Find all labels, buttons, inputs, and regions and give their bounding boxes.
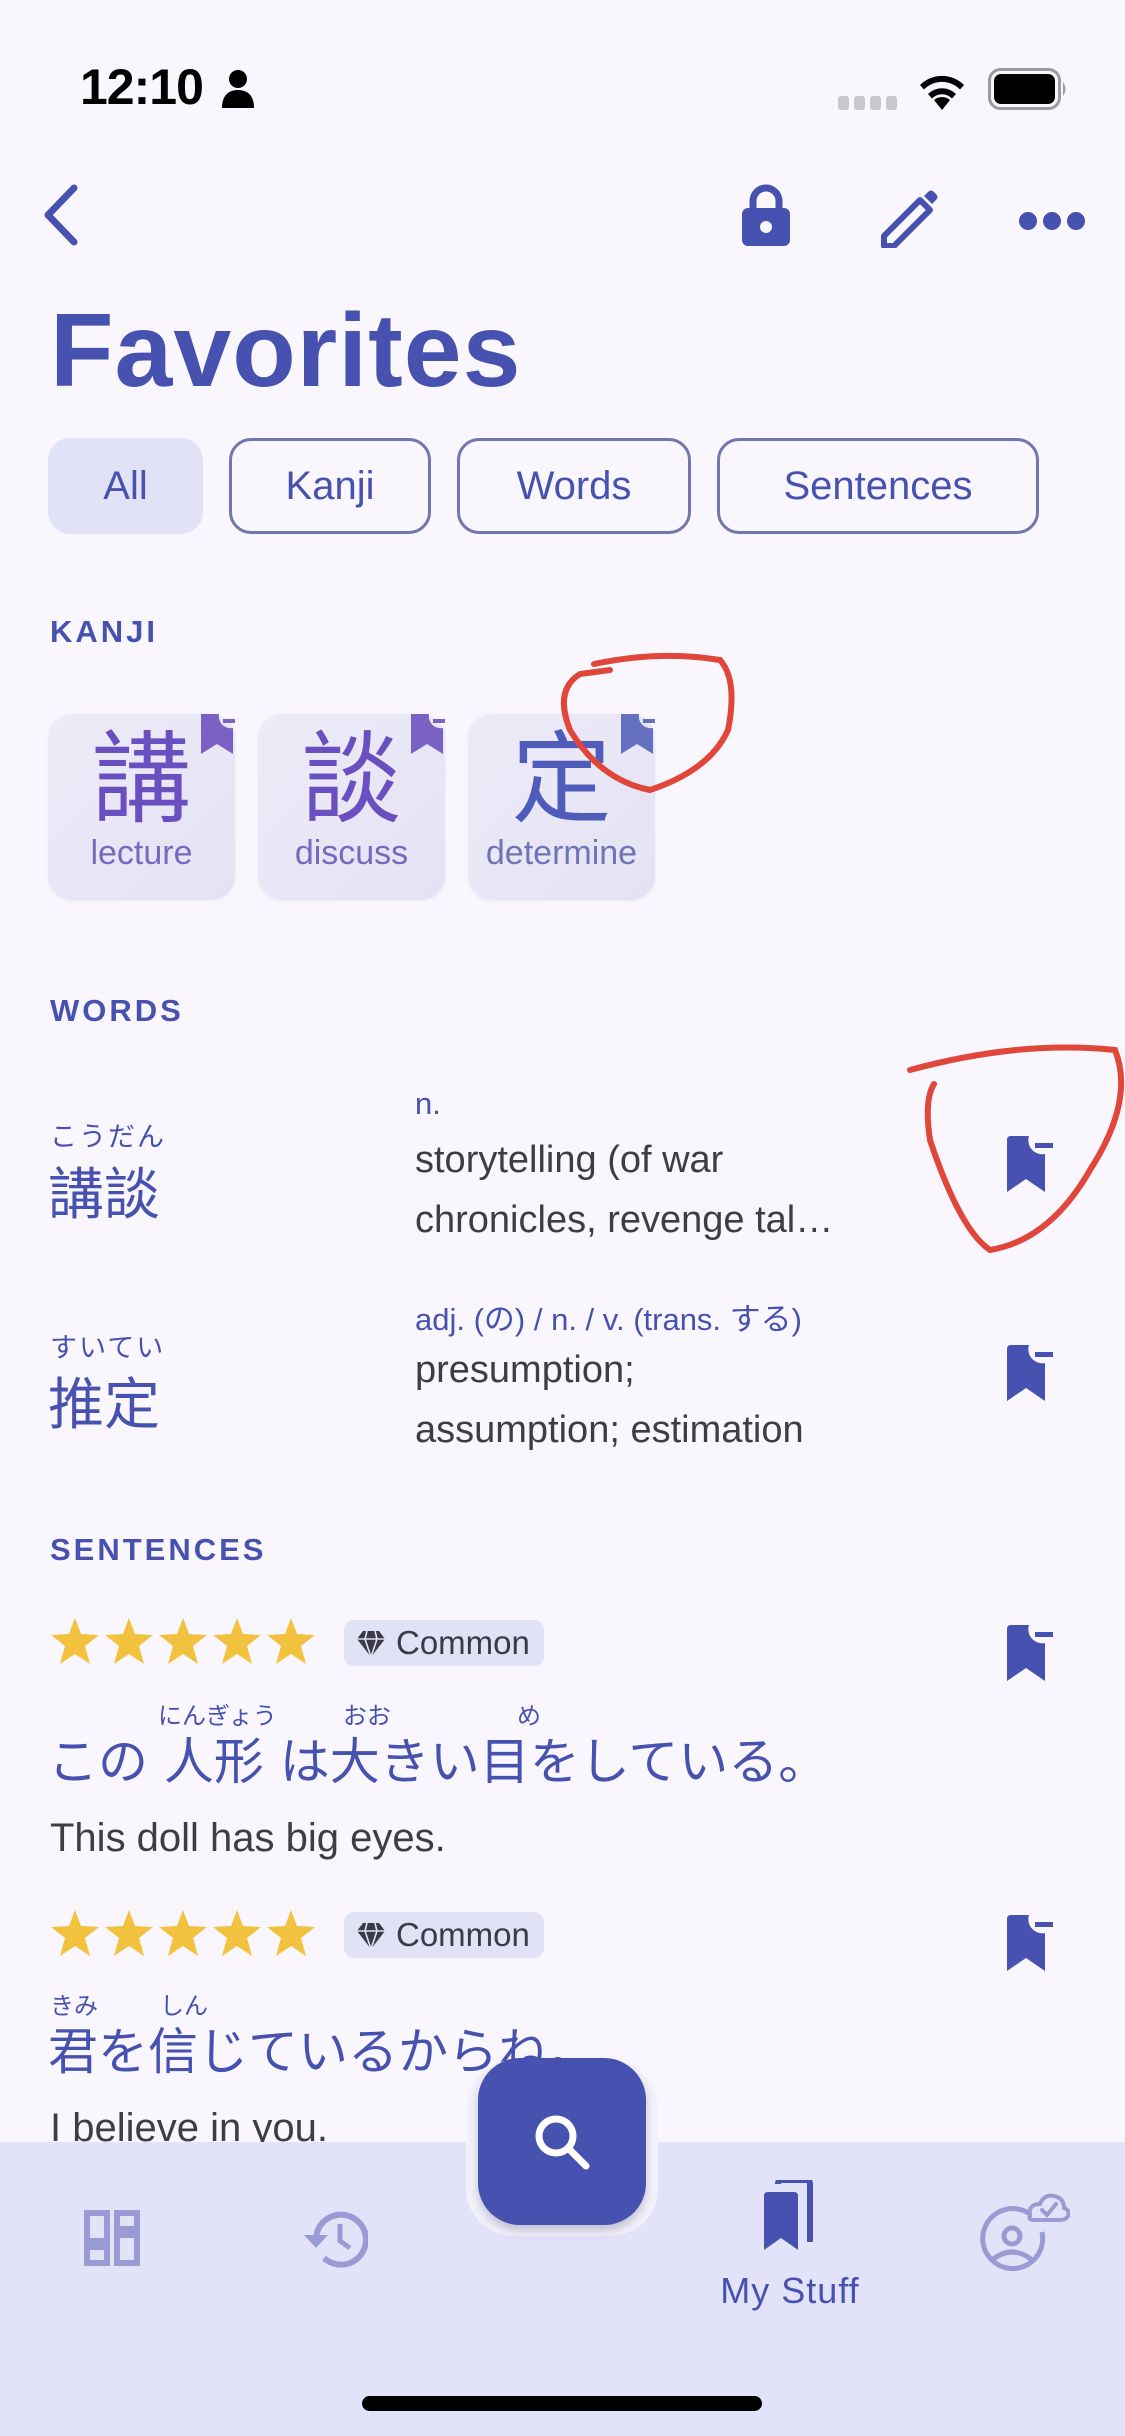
bookmark-remove-icon[interactable] <box>199 714 235 756</box>
filter-chips: All Kanji Words Sentences <box>48 438 1039 534</box>
person-icon <box>222 70 254 108</box>
rating-stars <box>50 1618 316 1664</box>
page-title: Favorites <box>50 293 522 409</box>
word-part-of-speech: adj. (の) / n. / v. (trans. する) <box>415 1302 802 1337</box>
word-part-of-speech: n. <box>415 1086 441 1121</box>
kanji-card[interactable]: 講 lecture <box>48 714 235 900</box>
bookmark-remove-button[interactable] <box>1005 1915 1055 1971</box>
wifi-icon <box>920 75 964 110</box>
badge-label: Common <box>396 1916 530 1953</box>
more-options-button[interactable] <box>1018 208 1086 234</box>
sentence-japanese[interactable]: この 人形 は大きい目をしている。 <box>48 1722 828 1794</box>
section-label-kanji: KANJI <box>50 614 159 649</box>
star-icon <box>105 1910 153 1956</box>
kanji-meaning: lecture <box>90 834 193 872</box>
kanji-card[interactable]: 談 discuss <box>258 714 445 900</box>
tab-my-stuff[interactable] <box>758 2180 822 2250</box>
tab-dashboard[interactable] <box>84 2210 140 2266</box>
star-icon <box>159 1618 207 1664</box>
star-icon <box>267 1910 315 1956</box>
search-icon <box>535 2115 590 2169</box>
bookmark-remove-button[interactable] <box>1005 1345 1055 1401</box>
filter-chip-words[interactable]: Words <box>457 438 691 534</box>
word-text: 講談 <box>48 1163 160 1228</box>
word-definition-line: assumption; estimation <box>415 1409 804 1451</box>
star-icon <box>51 1618 99 1664</box>
section-label-words: WORDS <box>50 993 184 1028</box>
filter-chip-sentences[interactable]: Sentences <box>717 438 1039 534</box>
filter-chip-all[interactable]: All <box>48 438 203 534</box>
word-definition-line: chronicles, revenge tal… <box>415 1199 834 1241</box>
badge-label: Common <box>396 1624 530 1661</box>
star-icon <box>105 1618 153 1664</box>
rating-stars <box>50 1910 316 1956</box>
bookmark-remove-button[interactable] <box>1005 1625 1055 1681</box>
word-definition-line: storytelling (of war <box>415 1139 724 1181</box>
home-indicator <box>362 2396 762 2411</box>
kanji-meaning: determine <box>485 834 638 872</box>
kanji-card[interactable]: 定 determine <box>468 714 655 900</box>
tab-account-sync[interactable] <box>980 2188 1070 2276</box>
star-icon <box>213 1910 261 1956</box>
common-badge: Common <box>344 1912 544 1958</box>
star-icon <box>213 1618 261 1664</box>
diamond-icon <box>357 1630 385 1658</box>
word-reading: こうだん <box>50 1122 166 1153</box>
battery-icon <box>988 68 1066 110</box>
bookmark-remove-icon[interactable] <box>619 714 655 756</box>
star-icon <box>51 1910 99 1956</box>
kanji-meaning: discuss <box>294 834 409 872</box>
star-icon <box>267 1618 315 1664</box>
status-time: 12:10 <box>80 59 204 115</box>
word-text: 推定 <box>48 1373 160 1438</box>
filter-chip-kanji[interactable]: Kanji <box>229 438 431 534</box>
back-button[interactable] <box>36 182 86 248</box>
lock-button[interactable] <box>740 183 792 247</box>
tab-label-my-stuff: My Stuff <box>720 2270 860 2311</box>
cellular-signal-icon <box>838 96 900 110</box>
diamond-icon <box>357 1922 385 1950</box>
common-badge: Common <box>344 1620 544 1666</box>
bookmark-remove-button[interactable] <box>1005 1136 1055 1192</box>
word-definition-line: presumption; <box>415 1349 635 1391</box>
star-icon <box>159 1910 207 1956</box>
sentence-english: This doll has big eyes. <box>50 1816 446 1860</box>
tab-history[interactable] <box>302 2208 368 2270</box>
edit-button[interactable] <box>878 188 940 248</box>
section-label-sentences: SENTENCES <box>50 1532 267 1567</box>
search-fab[interactable] <box>478 2058 646 2225</box>
bookmark-remove-icon[interactable] <box>409 714 445 756</box>
